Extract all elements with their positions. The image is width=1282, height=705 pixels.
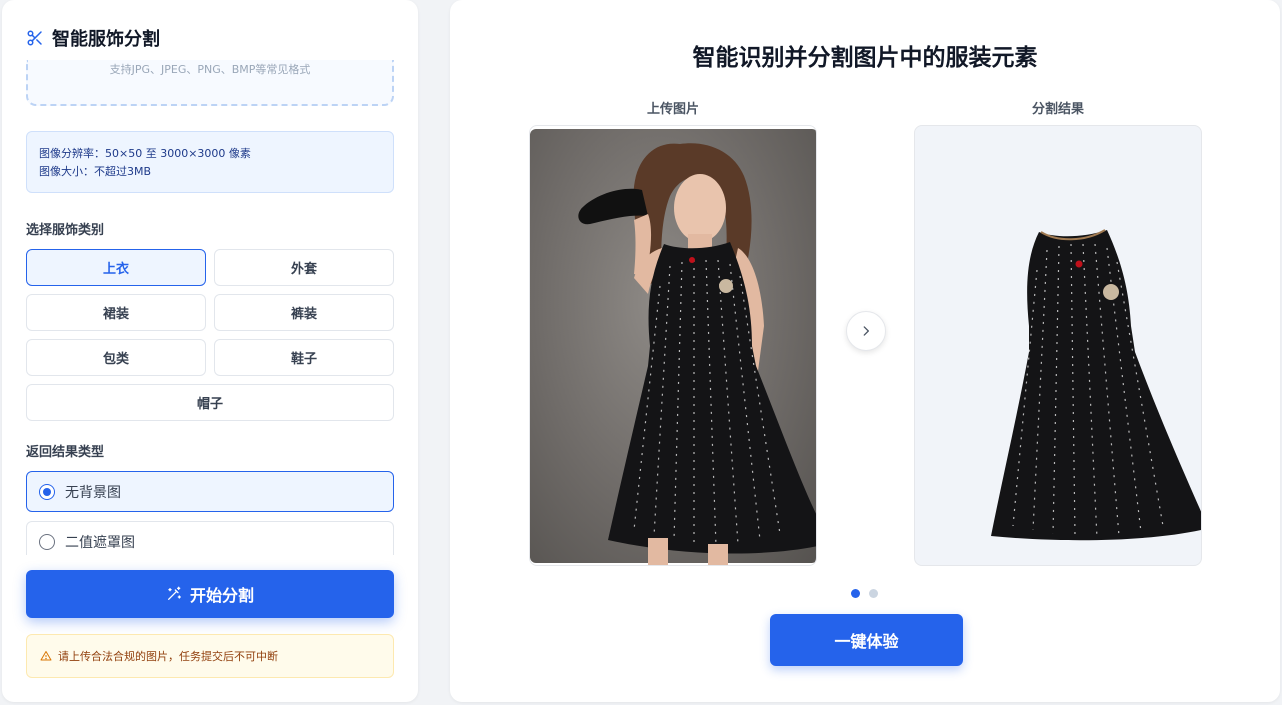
category-grid: 上衣 外套 裙装 裤装 包类 鞋子 帽子 (26, 249, 394, 421)
result-option-label: 二值遮罩图 (65, 534, 135, 551)
magic-wand-icon (167, 586, 181, 600)
original-image-frame (529, 125, 817, 566)
category-button-hats[interactable]: 帽子 (26, 384, 394, 421)
result-option-label: 无背景图 (65, 484, 121, 501)
next-slide-button[interactable] (846, 311, 886, 351)
result-type-section-label: 返回结果类型 (26, 445, 105, 460)
chevron-right-icon (863, 326, 869, 336)
settings-panel: 智能服饰分割 支持JPG、JPEG、PNG、BMP等常见格式 图像分辨率：50×… (2, 0, 418, 702)
category-button-dresses[interactable]: 裙装 (26, 294, 206, 331)
size-requirement: 图像大小：不超过3MB (39, 165, 152, 178)
carousel-indicators (851, 589, 878, 598)
radio-checked-icon (39, 483, 55, 500)
app-header: 智能服饰分割 (26, 26, 160, 50)
try-now-button[interactable]: 一键体验 (770, 614, 963, 666)
category-button-pants[interactable]: 裤装 (214, 294, 394, 331)
start-button-label: 开始分割 (189, 586, 254, 605)
result-option-binary-mask[interactable]: 二值遮罩图 (26, 521, 394, 555)
upload-dropzone[interactable]: 支持JPG、JPEG、PNG、BMP等常见格式 (26, 60, 394, 106)
preview-panel: 智能识别并分割图片中的服装元素 上传图片 分割结果 一键体验 (450, 0, 1280, 702)
scissors-icon (27, 30, 42, 46)
resolution-requirement: 图像分辨率：50×50 至 3000×3000 像素 (39, 147, 251, 160)
warning-text: 请上传合法合规的图片，任务提交后不可中断 (58, 650, 278, 663)
image-requirements-box: 图像分辨率：50×50 至 3000×3000 像素 图像大小：不超过3MB (26, 131, 394, 193)
upload-format-hint: 支持JPG、JPEG、PNG、BMP等常见格式 (109, 63, 311, 76)
warning-notice: 请上传合法合规的图片，任务提交后不可中断 (26, 634, 394, 678)
category-button-tops[interactable]: 上衣 (26, 249, 206, 286)
carousel-dot-2[interactable] (869, 589, 878, 598)
category-button-bags[interactable]: 包类 (26, 339, 206, 376)
segmentation-result-label: 分割结果 (1031, 102, 1084, 117)
app-title: 智能服饰分割 (52, 29, 160, 50)
start-segmentation-button[interactable]: 开始分割 (26, 570, 394, 618)
category-button-shoes[interactable]: 鞋子 (214, 339, 394, 376)
original-photo (578, 143, 816, 565)
category-section-label: 选择服饰类别 (26, 223, 105, 238)
upload-image-label: 上传图片 (646, 102, 699, 117)
warning-icon (40, 651, 52, 661)
result-image-frame (914, 125, 1202, 566)
radio-unchecked-icon (39, 533, 55, 550)
result-option-no-background[interactable]: 无背景图 (26, 471, 394, 512)
carousel-dot-1[interactable] (851, 589, 860, 598)
category-button-outerwear[interactable]: 外套 (214, 249, 394, 286)
segmented-dress-image (991, 229, 1201, 541)
page-title: 智能识别并分割图片中的服装元素 (692, 45, 1038, 71)
result-type-list: 无背景图 二值遮罩图 (26, 471, 394, 555)
